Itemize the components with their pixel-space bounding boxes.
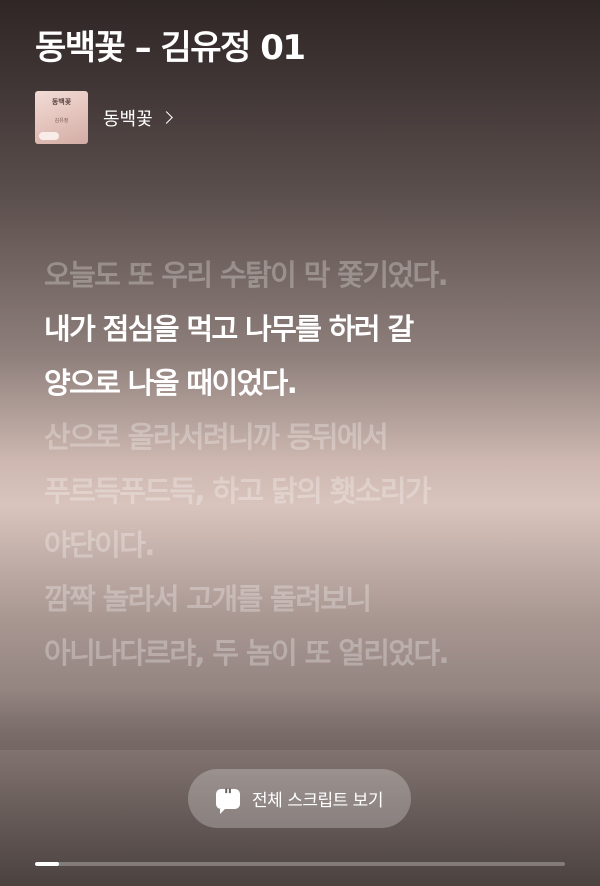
lyric-line[interactable]: 아니나다르랴, 두 놈이 또 얼리었다. [44, 626, 564, 680]
lyric-line[interactable]: 깜짝 놀라서 고개를 돌려보니 [44, 572, 564, 626]
lyric-line-active[interactable]: 양으로 나올 때이었다. [44, 356, 564, 410]
album-name: 동백꽃 [103, 108, 153, 130]
album-artwork-title: 동백꽃 [51, 98, 72, 106]
quote-bubble-icon: " [216, 786, 241, 814]
lyric-line-active[interactable]: 내가 점심을 먹고 나무를 하러 갈 [44, 302, 564, 356]
album-artwork[interactable]: 동백꽃 김유정 [35, 91, 88, 144]
album-link[interactable]: 동백꽃 [103, 105, 173, 131]
album-artwork-decoration [39, 132, 59, 140]
progress-bar[interactable] [35, 862, 565, 866]
progress-fill [35, 862, 59, 866]
lyrics-fade [0, 690, 600, 750]
album-artwork-author: 김유정 [54, 118, 69, 124]
lyric-line[interactable]: 푸르득푸드득, 하고 닭의 횃소리가 [44, 464, 564, 518]
full-script-button[interactable]: " 전체 스크립트 보기 [188, 769, 411, 828]
full-script-label: 전체 스크립트 보기 [252, 791, 383, 811]
chevron-right-icon [159, 111, 173, 124]
lyric-line[interactable]: 야단이다. [44, 518, 564, 572]
track-title: 동백꽃 – 김유정 01 [35, 28, 306, 68]
album-row[interactable]: 동백꽃 김유정 동백꽃 [35, 91, 173, 144]
lyric-line[interactable]: 오늘도 또 우리 수탉이 막 쫓기었다. [44, 248, 564, 302]
lyrics-panel[interactable]: 오늘도 또 우리 수탉이 막 쫓기었다. 내가 점심을 먹고 나무를 하러 갈 … [44, 248, 564, 680]
lyric-line[interactable]: 산으로 올라서려니까 등뒤에서 [44, 410, 564, 464]
